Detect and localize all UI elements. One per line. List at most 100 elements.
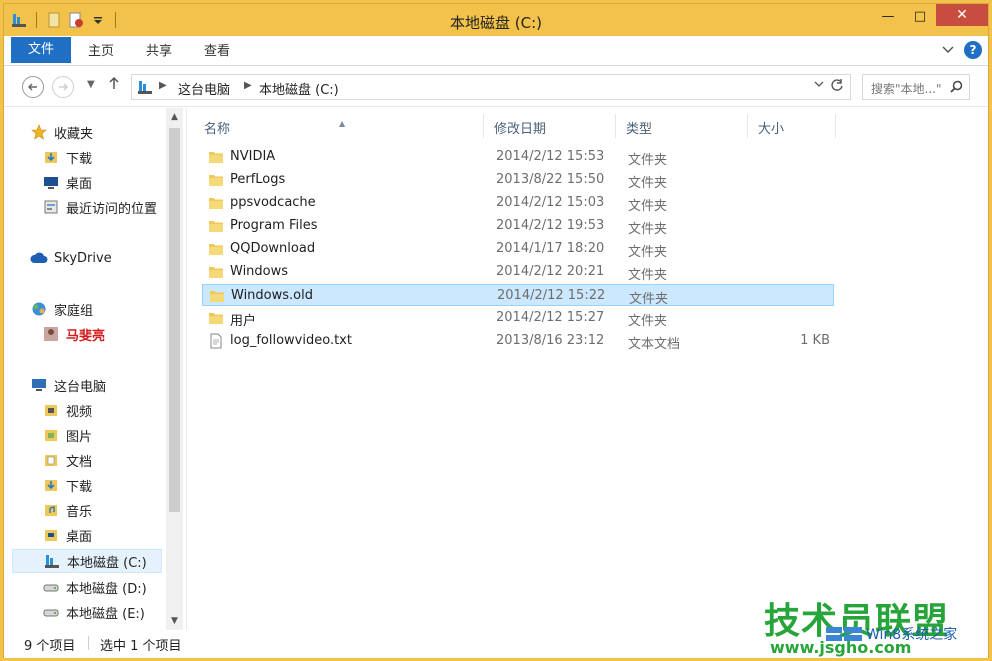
file-date: 2014/2/12 15:22 [497,288,605,303]
column-header-type[interactable]: 类型 [616,114,748,138]
nav-label: 文档 [66,451,92,470]
file-date: 2014/2/12 20:21 [496,264,604,279]
sort-ascending-icon: ▲ [339,114,345,134]
file-date: 2014/2/12 15:53 [496,149,604,164]
back-button[interactable] [22,76,44,98]
nav-scrollbar[interactable]: ▲ ▼ [166,108,183,630]
cloud-icon [30,249,48,267]
column-label: 名称 [204,122,230,137]
file-row-selected[interactable]: Windows.old 2014/2/12 15:22 文件夹 [202,284,834,306]
file-row[interactable]: ppsvodcache 2014/2/12 15:03 文件夹 [202,192,834,214]
address-dropdown-icon[interactable] [814,80,824,91]
file-name: NVIDIA [230,149,275,164]
nav-label: 本地磁盘 (D:) [66,578,147,597]
window-title: 本地磁盘 (C:) [4,12,988,33]
nav-label: 本地磁盘 (C:) [67,552,147,571]
column-label: 类型 [626,122,652,137]
close-button[interactable]: ✕ [936,4,988,26]
avatar [42,325,60,343]
column-header-name[interactable]: ▲ 名称 [194,114,484,138]
nav-item-drive-c[interactable]: 本地磁盘 (C:) [12,549,162,573]
nav-label: 视频 [66,401,92,420]
system-drive-icon [43,552,61,570]
file-row[interactable]: PerfLogs 2013/8/22 15:50 文件夹 [202,169,834,191]
status-divider [88,636,89,650]
downloads-folder-icon [42,148,60,166]
tab-view[interactable]: 查看 [196,40,238,64]
breadcrumb-this-pc[interactable]: 这台电脑 [178,79,230,98]
tab-share[interactable]: 共享 [138,40,180,64]
column-header-date[interactable]: 修改日期 [484,114,616,138]
nav-label: 桌面 [66,173,92,192]
tab-home[interactable]: 主页 [80,40,122,64]
scroll-up-icon[interactable]: ▲ [166,108,183,126]
search-placeholder[interactable]: 搜索"本地..." [871,80,941,97]
minimize-button[interactable]: — [872,4,904,28]
column-header-size[interactable]: 大小 [748,114,836,138]
search-box[interactable]: 搜索"本地..." [862,74,970,100]
nav-label: 音乐 [66,501,92,520]
homegroup-icon [30,300,48,318]
breadcrumb-separator-icon[interactable]: ▶ [244,80,252,91]
breadcrumb-separator-icon[interactable]: ▶ [159,80,167,91]
up-button[interactable] [108,76,120,94]
tab-file[interactable]: 文件 [11,37,71,63]
refresh-icon[interactable] [830,78,844,96]
documents-folder-icon [42,451,60,469]
address-bar[interactable]: ▶ 这台电脑 ▶ 本地磁盘 (C:) [131,74,851,100]
selected-count: 选中 1 个项目 [100,635,182,654]
forward-button[interactable] [52,76,74,98]
file-type: 文件夹 [628,218,667,237]
address-row: ▼ ▶ 这台电脑 ▶ 本地磁盘 (C:) 搜索"本地..." [4,67,988,107]
scrollbar-thumb[interactable] [169,128,180,512]
file-name: QQDownload [230,241,315,256]
desktop-icon [42,173,60,191]
scroll-down-icon[interactable]: ▼ [166,612,183,630]
downloads-folder-icon [42,476,60,494]
window-controls: — □ ✕ [872,4,988,28]
file-type: 文件夹 [628,172,667,191]
file-date: 2014/2/12 15:27 [496,310,604,325]
nav-label: 图片 [66,426,92,445]
column-label: 修改日期 [494,122,546,137]
file-type: 文本文档 [628,333,680,352]
file-row[interactable]: QQDownload 2014/1/17 18:20 文件夹 [202,238,834,260]
file-date: 2014/1/17 18:20 [496,241,604,256]
file-type: 文件夹 [628,241,667,260]
nav-label: 家庭组 [54,300,93,319]
file-row[interactable]: NVIDIA 2014/2/12 15:53 文件夹 [202,146,834,168]
folder-icon [208,310,224,330]
file-name: Program Files [230,218,318,233]
nav-label: 桌面 [66,526,92,545]
nav-label: 下载 [66,148,92,167]
file-row[interactable]: log_followvideo.txt 2013/8/16 23:12 文本文档… [202,330,834,352]
file-name: 用户 [230,310,256,329]
maximize-button[interactable]: □ [904,4,936,28]
title-bar[interactable]: 本地磁盘 (C:) — □ ✕ [4,4,988,36]
text-file-icon [208,333,224,353]
watermark-url: www.jsgho.com [770,638,911,657]
computer-icon [137,79,153,99]
file-row[interactable]: Program Files 2014/2/12 19:53 文件夹 [202,215,834,237]
expand-ribbon-icon[interactable] [942,44,954,57]
file-type: 文件夹 [628,195,667,214]
hard-drive-icon [42,603,60,621]
file-row[interactable]: Windows 2014/2/12 20:21 文件夹 [202,261,834,283]
item-count: 9 个项目 [24,635,75,654]
nav-label: 马斐亮 [66,325,105,344]
folder-icon [208,149,224,169]
star-icon [30,123,48,141]
file-row[interactable]: 用户 2014/2/12 15:27 文件夹 [202,307,834,329]
file-date: 2014/2/12 19:53 [496,218,604,233]
file-name: log_followvideo.txt [230,333,352,348]
search-icon[interactable] [950,80,963,97]
file-type: 文件夹 [628,149,667,168]
help-icon[interactable]: ? [964,41,982,59]
ribbon-tabs: 文件 主页 共享 查看 ? [4,36,988,66]
folder-icon [208,195,224,215]
file-name: Windows.old [231,288,313,303]
folder-icon [208,218,224,238]
breadcrumb-local-disk[interactable]: 本地磁盘 (C:) [259,79,339,98]
recent-locations-icon[interactable]: ▼ [87,79,95,90]
pane-divider[interactable] [186,108,187,630]
